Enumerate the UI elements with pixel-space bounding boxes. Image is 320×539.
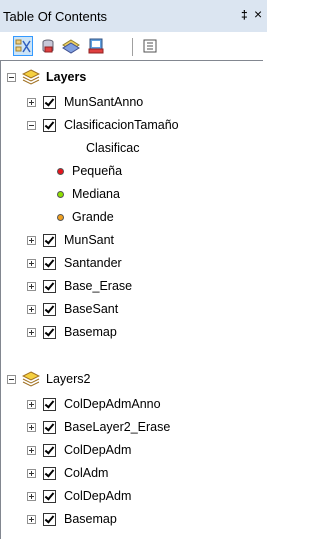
layer-label: Basemap [64,325,117,339]
list-by-source-icon [42,39,54,53]
expand-toggle[interactable] [27,327,36,337]
layer-item[interactable]: ColDepAdm [27,439,131,461]
expand-toggle[interactable] [27,514,36,524]
legend-class[interactable]: Mediana [57,183,120,205]
layer-visibility-checkbox[interactable] [43,302,56,316]
toolbar-separator [132,38,133,56]
layer-label: ColDepAdm [64,489,132,503]
list-by-visibility-icon [62,39,80,54]
layer-item[interactable]: ClasificacionTamaño [27,114,179,136]
layer-visibility-checkbox[interactable] [43,397,56,411]
legend-class-label: Grande [72,210,114,224]
legend-class-label: Mediana [72,187,120,201]
expand-toggle[interactable] [27,399,36,409]
expand-toggle[interactable] [27,235,36,245]
list-by-selection-icon [88,38,104,54]
group-label: Layers2 [46,372,91,386]
expand-toggle[interactable] [27,97,36,107]
layer-item[interactable]: Santander [27,252,122,274]
layer-label: BaseLayer2_Erase [64,420,171,434]
layer-visibility-checkbox[interactable] [43,443,56,457]
expand-toggle[interactable] [27,491,36,501]
layer-item[interactable]: Basemap [27,508,117,530]
layers-group-icon [22,371,40,387]
layer-label: ColDepAdm [64,443,132,457]
toc-title-bar: Table Of Contents ‡ × [0,0,267,32]
layer-visibility-checkbox[interactable] [43,512,56,526]
list-by-visibility-button[interactable] [61,36,81,56]
layer-visibility-checkbox[interactable] [43,420,56,434]
layer-visibility-checkbox[interactable] [43,279,56,293]
legend-class[interactable]: Grande [57,206,114,228]
layer-label: ClasificacionTamaño [64,118,179,132]
layer-label: BaseSant [64,302,119,316]
legend-class[interactable]: Pequeña [57,160,122,182]
expand-toggle[interactable] [27,304,36,314]
collapse-toggle[interactable] [7,72,16,82]
layer-visibility-checkbox[interactable] [43,95,56,109]
layer-visibility-checkbox[interactable] [43,466,56,480]
layers-group-icon [22,69,40,85]
layer-visibility-checkbox[interactable] [43,489,56,503]
layer-visibility-checkbox[interactable] [43,325,56,339]
pin-icon[interactable]: ‡ [241,8,248,22]
expand-toggle[interactable] [27,258,36,268]
layer-item[interactable]: BaseSant [27,298,118,320]
layer-item[interactable]: ColDepAdm [27,485,131,507]
legend-field-label: Clasificac [86,141,140,155]
collapse-toggle[interactable] [7,374,16,384]
group-label: Layers [46,70,87,84]
layer-visibility-checkbox[interactable] [43,118,56,132]
toc-toolbar [0,32,267,60]
layer-label: MunSant [64,233,115,247]
layer-visibility-checkbox[interactable] [43,256,56,270]
expand-toggle[interactable] [27,445,36,455]
layer-item[interactable]: ColAdm [27,462,108,484]
layer-visibility-checkbox[interactable] [43,233,56,247]
legend-symbol-icon [57,190,64,198]
list-by-source-button[interactable] [38,36,58,56]
window-title: Table Of Contents [3,9,108,24]
options-button[interactable] [140,36,160,56]
list-by-drawing-order-icon [15,39,31,53]
expand-toggle[interactable] [27,468,36,478]
layer-group-layers2[interactable]: Layers2 [7,368,90,390]
layer-label: MunSantAnno [64,95,144,109]
list-by-selection-button[interactable] [86,36,106,56]
layer-item[interactable]: MunSant [27,229,114,251]
toc-tree: Layers MunSantAnno ClasificacionTamaño C… [0,60,263,539]
layer-item[interactable]: ColDepAdmAnno [27,393,161,415]
layer-label: Base_Erase [64,279,133,293]
close-icon[interactable]: × [254,6,262,22]
legend-field-name: Clasificac [86,137,140,159]
layer-label: Basemap [64,512,117,526]
layer-item[interactable]: Base_Erase [27,275,132,297]
legend-class-label: Pequeña [72,164,123,178]
layer-group-layers[interactable]: Layers [7,66,86,88]
layer-label: ColAdm [64,466,109,480]
options-icon [143,39,157,53]
layer-item[interactable]: Basemap [27,321,117,343]
layer-item[interactable]: MunSantAnno [27,91,143,113]
expand-toggle[interactable] [27,422,36,432]
layer-label: Santander [64,256,122,270]
collapse-toggle[interactable] [27,120,36,130]
layer-label: ColDepAdmAnno [64,397,161,411]
expand-toggle[interactable] [27,281,36,291]
legend-symbol-icon [57,167,64,175]
legend-symbol-icon [57,213,64,221]
layer-item[interactable]: BaseLayer2_Erase [27,416,170,438]
list-by-drawing-order-button[interactable] [13,36,33,56]
